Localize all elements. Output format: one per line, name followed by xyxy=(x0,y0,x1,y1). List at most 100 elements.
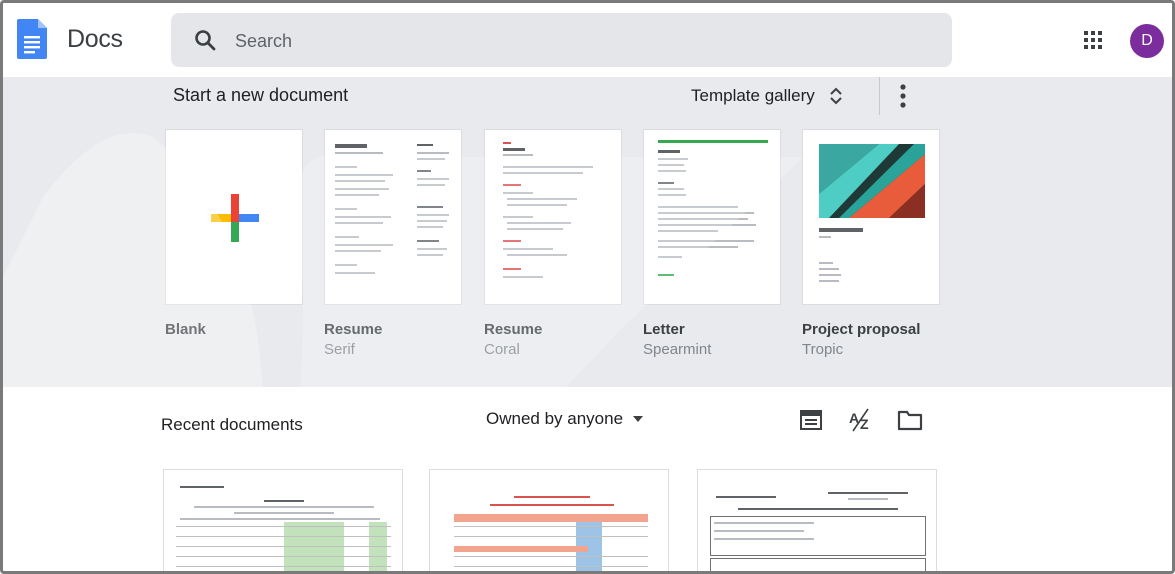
thumb-line xyxy=(180,518,380,520)
template-name: Resume xyxy=(484,321,543,338)
recent-doc-card[interactable] xyxy=(697,469,937,571)
template-subtitle: Coral xyxy=(484,341,520,358)
template-name: Project proposal xyxy=(802,321,921,338)
template-card-blank[interactable]: Blank xyxy=(165,129,303,341)
thumb-line xyxy=(417,214,449,216)
thumb-line xyxy=(658,158,688,160)
account-avatar[interactable]: D xyxy=(1130,24,1164,58)
thumb-line xyxy=(819,268,839,270)
thumb-line xyxy=(503,154,533,156)
template-gallery-label: Template gallery xyxy=(691,86,815,105)
plus-icon xyxy=(211,194,259,242)
template-thumbnail[interactable] xyxy=(802,129,940,305)
table-row-highlight xyxy=(454,546,588,552)
thumb-line xyxy=(503,184,521,186)
thumb-line xyxy=(503,248,553,250)
thumb-line xyxy=(417,248,447,250)
table-header xyxy=(454,514,648,522)
thumb-line xyxy=(417,144,433,146)
thumb-line xyxy=(335,236,359,238)
thumb-line xyxy=(714,522,814,524)
thumb-line xyxy=(658,188,684,190)
more-vert-icon[interactable] xyxy=(898,83,908,109)
thumb-line xyxy=(335,244,393,246)
template-section-title: Start a new document xyxy=(173,85,349,105)
thumb-line xyxy=(658,170,686,172)
thumb-line xyxy=(234,512,334,514)
thumb-line xyxy=(658,150,680,153)
thumb-line xyxy=(658,140,768,143)
thumb-line xyxy=(417,178,449,180)
table-row xyxy=(176,566,391,567)
apps-grid-icon[interactable] xyxy=(1083,30,1103,50)
thumb-line xyxy=(335,208,357,210)
thumb-line xyxy=(503,172,583,174)
table-row xyxy=(176,536,391,537)
thumb-line xyxy=(658,230,718,232)
thumb-line xyxy=(490,504,614,506)
table-row xyxy=(454,556,648,557)
thumb-line xyxy=(335,264,357,266)
recent-doc-card[interactable] xyxy=(429,469,669,571)
thumb-line xyxy=(417,184,445,186)
app-title[interactable]: Docs xyxy=(67,25,123,54)
thumb-line xyxy=(335,250,381,252)
table-row xyxy=(454,526,648,527)
template-subtitle: Serif xyxy=(324,341,355,358)
thumb-line xyxy=(658,256,682,258)
thumb-line xyxy=(335,272,375,274)
table-row xyxy=(454,566,648,567)
template-gallery-button[interactable]: Template gallery xyxy=(691,81,843,111)
thumb-line xyxy=(716,496,776,498)
template-thumbnail[interactable] xyxy=(484,129,622,305)
toolbar-divider xyxy=(879,77,880,115)
form-box xyxy=(710,558,926,571)
caret-down-icon xyxy=(633,416,644,422)
thumb-line xyxy=(503,148,525,151)
template-card-letter-spearmint[interactable]: Letter Spearmint xyxy=(643,129,781,358)
thumb-line xyxy=(417,152,449,154)
template-name: Blank xyxy=(165,321,206,338)
top-bar: Docs D xyxy=(3,3,1172,77)
owner-filter-label: Owned by anyone xyxy=(486,409,624,428)
thumb-line xyxy=(658,246,738,248)
thumb-line xyxy=(507,198,577,200)
recent-doc-card[interactable] xyxy=(163,469,403,571)
thumb-line xyxy=(417,240,439,242)
template-thumbnail[interactable] xyxy=(324,129,462,305)
thumb-line xyxy=(335,174,393,176)
thumb-line xyxy=(194,506,374,508)
search-icon[interactable] xyxy=(193,28,217,52)
template-name: Resume xyxy=(324,321,383,338)
thumb-line xyxy=(335,222,383,224)
thumb-line xyxy=(658,182,674,184)
list-view-icon[interactable] xyxy=(800,409,822,431)
sort-az-icon[interactable]: A Z xyxy=(848,407,874,433)
thumb-line xyxy=(503,216,533,218)
thumb-line xyxy=(264,500,304,502)
thumb-line xyxy=(180,486,224,488)
thumb-line xyxy=(819,236,831,238)
thumb-line xyxy=(417,170,431,172)
template-card-resume-serif[interactable]: Resume Serif xyxy=(324,129,462,358)
template-thumbnail[interactable] xyxy=(643,129,781,305)
template-subtitle: Spearmint xyxy=(643,341,712,358)
template-card-resume-coral[interactable]: Resume Coral xyxy=(484,129,622,358)
thumb-line xyxy=(514,496,590,498)
thumb-line xyxy=(714,530,804,532)
search-input[interactable] xyxy=(235,29,835,53)
tropic-cover-image xyxy=(819,144,925,218)
thumb-line xyxy=(658,274,674,276)
thumb-line xyxy=(417,158,445,160)
thumb-line xyxy=(335,166,357,168)
template-card-project-proposal[interactable]: Project proposal Tropic xyxy=(802,129,940,358)
owner-filter-dropdown[interactable]: Owned by anyone xyxy=(486,409,644,429)
table-row xyxy=(176,526,391,527)
search-bar[interactable] xyxy=(171,13,952,67)
docs-logo-icon[interactable] xyxy=(17,19,47,59)
template-thumbnail[interactable] xyxy=(165,129,303,305)
folder-icon[interactable] xyxy=(897,409,923,431)
thumb-line xyxy=(417,254,443,256)
table-cell-highlight xyxy=(369,522,387,571)
thumb-line xyxy=(503,192,533,194)
